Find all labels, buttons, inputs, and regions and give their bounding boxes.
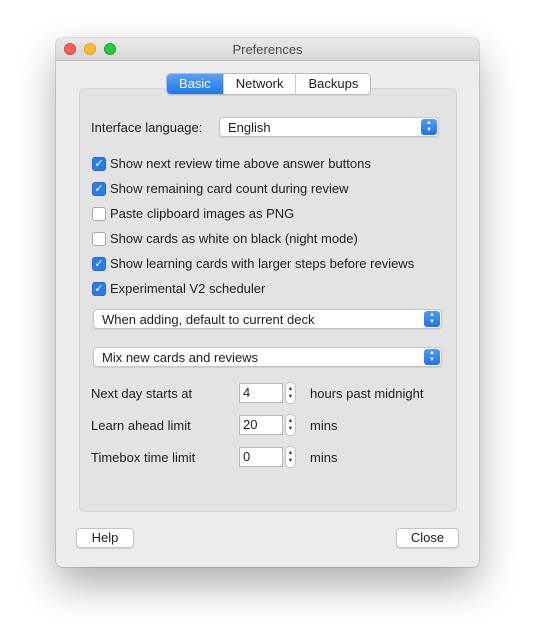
- timebox-limit-stepper[interactable]: ▲ ▼: [285, 446, 296, 468]
- checkbox-label-learning-cards-larger-steps[interactable]: Show learning cards with larger steps be…: [110, 256, 414, 271]
- learn-ahead-limit-input[interactable]: 20: [239, 415, 283, 435]
- interface-language-label: Interface language:: [91, 120, 203, 135]
- tab-basic[interactable]: Basic: [167, 74, 223, 94]
- stepper-up-icon[interactable]: ▲: [286, 449, 295, 457]
- timebox-limit-label: Timebox time limit: [91, 450, 196, 465]
- select-arrows-icon: ▲ ▼: [424, 349, 440, 365]
- checkbox-label-show-remaining-count[interactable]: Show remaining card count during review: [110, 181, 348, 196]
- stepper-down-icon[interactable]: ▼: [286, 457, 295, 465]
- window-title: Preferences: [232, 42, 303, 57]
- learn-ahead-limit-suffix: mins: [310, 418, 338, 433]
- checkbox-v2-scheduler[interactable]: ✓: [92, 282, 106, 296]
- next-day-starts-input[interactable]: 4: [239, 383, 283, 403]
- learn-ahead-limit-stepper[interactable]: ▲ ▼: [285, 414, 296, 436]
- stepper-down-icon[interactable]: ▼: [286, 393, 295, 401]
- tab-network[interactable]: Network: [222, 74, 296, 94]
- tab-bar: Basic Network Backups: [166, 73, 372, 95]
- basic-tab-panel: Interface language: English ▲ ▼ ✓ Show ne…: [79, 88, 457, 512]
- next-day-starts-suffix: hours past midnight: [310, 386, 424, 401]
- help-button[interactable]: Help: [76, 528, 134, 548]
- stepper-down-icon[interactable]: ▼: [286, 425, 295, 433]
- stepper-up-icon[interactable]: ▲: [286, 417, 295, 425]
- checkbox-show-remaining-count[interactable]: ✓: [92, 182, 106, 196]
- checkmark-icon: ✓: [94, 258, 104, 270]
- timebox-limit-suffix: mins: [310, 450, 338, 465]
- checkbox-paste-png[interactable]: [92, 207, 106, 221]
- checkbox-label-night-mode[interactable]: Show cards as white on black (night mode…: [110, 231, 358, 246]
- deck-default-value: When adding, default to current deck: [102, 312, 315, 327]
- checkbox-learning-cards-larger-steps[interactable]: ✓: [92, 257, 106, 271]
- checkbox-label-paste-png[interactable]: Paste clipboard images as PNG: [110, 206, 294, 221]
- card-mix-select[interactable]: Mix new cards and reviews ▲ ▼: [93, 347, 442, 367]
- learn-ahead-limit-label: Learn ahead limit: [91, 418, 191, 433]
- deck-default-select[interactable]: When adding, default to current deck ▲ ▼: [93, 309, 442, 329]
- select-arrows-icon: ▲ ▼: [421, 119, 437, 135]
- next-day-starts-label: Next day starts at: [91, 386, 193, 401]
- select-arrows-icon: ▲ ▼: [424, 311, 440, 327]
- checkbox-label-v2-scheduler[interactable]: Experimental V2 scheduler: [110, 281, 265, 296]
- timebox-limit-input[interactable]: 0: [239, 447, 283, 467]
- interface-language-value: English: [228, 120, 271, 135]
- card-mix-value: Mix new cards and reviews: [102, 350, 259, 365]
- title-bar[interactable]: Preferences: [56, 38, 479, 61]
- next-day-starts-stepper[interactable]: ▲ ▼: [285, 382, 296, 404]
- checkmark-icon: ✓: [94, 183, 104, 195]
- checkmark-icon: ✓: [94, 158, 104, 170]
- checkmark-icon: ✓: [94, 283, 104, 295]
- close-button[interactable]: Close: [396, 528, 459, 548]
- preferences-window: Preferences Interface language: English …: [56, 38, 479, 567]
- interface-language-select[interactable]: English ▲ ▼: [219, 117, 439, 137]
- stepper-up-icon[interactable]: ▲: [286, 385, 295, 393]
- checkbox-night-mode[interactable]: [92, 232, 106, 246]
- checkbox-label-show-next-review-time[interactable]: Show next review time above answer butto…: [110, 156, 371, 171]
- checkbox-show-next-review-time[interactable]: ✓: [92, 157, 106, 171]
- tab-backups[interactable]: Backups: [295, 74, 370, 94]
